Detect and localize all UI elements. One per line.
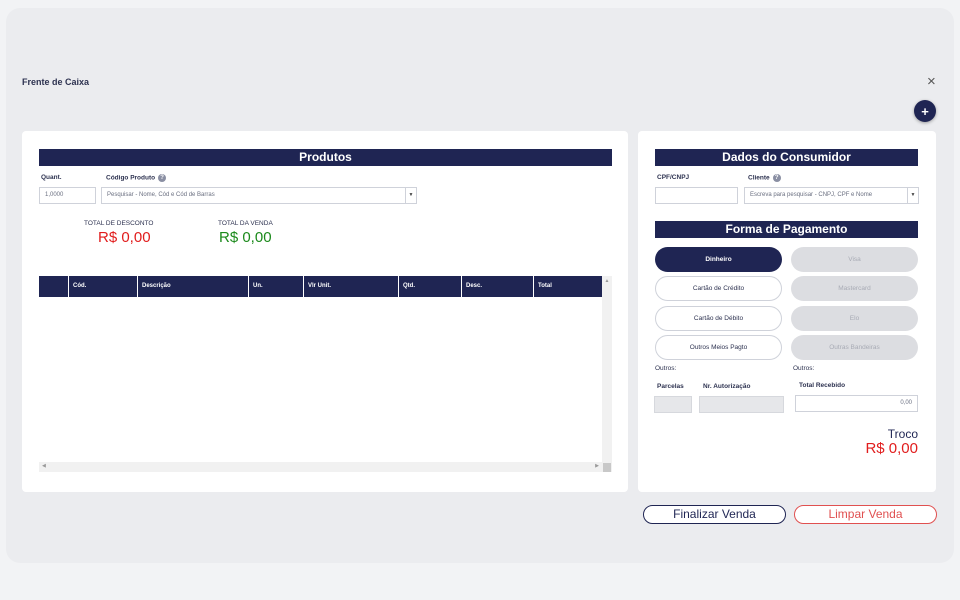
produtos-header: Produtos [39, 149, 612, 166]
column-desc[interactable]: Desc. [461, 276, 533, 297]
cliente-placeholder: Escreva para pesquisar - CNPJ, CPF e Nom… [750, 192, 873, 198]
total-venda-value: R$ 0,00 [219, 229, 272, 246]
column-qtd[interactable]: Qtd. [398, 276, 461, 297]
troco-value: R$ 0,00 [865, 440, 918, 457]
scroll-thumb[interactable] [603, 463, 611, 472]
outros-meios-button[interactable]: Outros Meios Pagto [655, 335, 782, 360]
scroll-right-icon[interactable]: ▶ [595, 463, 599, 469]
autorizacao-label: Nr. Autorização [703, 383, 751, 390]
troco-label: Troco [887, 427, 918, 441]
cpf-input[interactable] [655, 187, 738, 204]
pagamento-header: Forma de Pagamento [655, 221, 918, 238]
outros-left-label: Outros: [655, 365, 677, 372]
dropdown-arrow-icon: ▼ [907, 188, 918, 203]
limpar-venda-button[interactable]: Limpar Venda [794, 505, 937, 524]
add-button[interactable]: + [914, 100, 936, 122]
cartao-credito-button[interactable]: Cartão de Crédito [655, 276, 782, 301]
total-recebido-label: Total Recebido [799, 382, 846, 389]
elo-button[interactable]: Elo [791, 306, 918, 331]
help-icon[interactable]: ? [772, 174, 781, 182]
visa-button[interactable]: Visa [791, 247, 918, 272]
page-title: Frente de Caixa [22, 77, 90, 87]
total-recebido-input[interactable]: 0,00 [795, 395, 918, 412]
codigo-produto-label: Código Produto? [106, 174, 167, 182]
mastercard-button[interactable]: Mastercard [791, 276, 918, 301]
dinheiro-button[interactable]: Dinheiro [655, 247, 782, 272]
close-icon[interactable]: × [927, 74, 936, 89]
vertical-scrollbar[interactable]: ▲ [602, 276, 612, 472]
outros-right-label: Outros: [793, 365, 815, 372]
cpf-label: CPF/CNPJ [657, 174, 690, 181]
total-desconto-label: TOTAL DE DESCONTO [84, 220, 154, 227]
column-cod[interactable]: Cód. [68, 276, 137, 297]
codigo-produto-select[interactable]: Pesquisar - Nome, Cód e Cód de Barras ▼ [101, 187, 417, 204]
total-venda-label: TOTAL DA VENDA [218, 220, 273, 227]
finalizar-venda-button[interactable]: Finalizar Venda [643, 505, 786, 524]
scroll-up-icon[interactable]: ▲ [602, 278, 612, 284]
total-desconto-value: R$ 0,00 [98, 229, 151, 246]
cartao-debito-button[interactable]: Cartão de Débito [655, 306, 782, 331]
select-column [39, 276, 68, 297]
column-vlr-unit[interactable]: Vlr Unit. [303, 276, 398, 297]
quant-input[interactable]: 1,0000 [39, 187, 96, 204]
column-total[interactable]: Total [533, 276, 602, 297]
outras-bandeiras-button[interactable]: Outras Bandeiras [791, 335, 918, 360]
parcelas-label: Parcelas [657, 383, 684, 390]
cliente-select[interactable]: Escreva para pesquisar - CNPJ, CPF e Nom… [744, 187, 919, 204]
column-un[interactable]: Un. [248, 276, 303, 297]
consumidor-panel: Dados do Consumidor CPF/CNPJ Cliente? Es… [638, 131, 936, 492]
produtos-panel: Produtos Quant. Código Produto? 1,0000 P… [22, 131, 628, 492]
column-descricao[interactable]: Descrição [137, 276, 248, 297]
cliente-label: Cliente? [748, 174, 781, 182]
horizontal-scrollbar[interactable]: ◀ ▶ [39, 462, 602, 472]
products-table-header: Cód. Descrição Un. Vlr Unit. Qtd. Desc. … [39, 276, 602, 297]
parcelas-input[interactable] [654, 396, 692, 413]
scroll-left-icon[interactable]: ◀ [42, 463, 46, 469]
consumidor-header: Dados do Consumidor [655, 149, 918, 166]
help-icon[interactable]: ? [158, 174, 167, 182]
codigo-produto-placeholder: Pesquisar - Nome, Cód e Cód de Barras [107, 192, 215, 198]
dropdown-arrow-icon: ▼ [405, 188, 416, 203]
quant-label: Quant. [41, 174, 62, 181]
plus-icon: + [921, 103, 929, 119]
autorizacao-input[interactable] [699, 396, 784, 413]
